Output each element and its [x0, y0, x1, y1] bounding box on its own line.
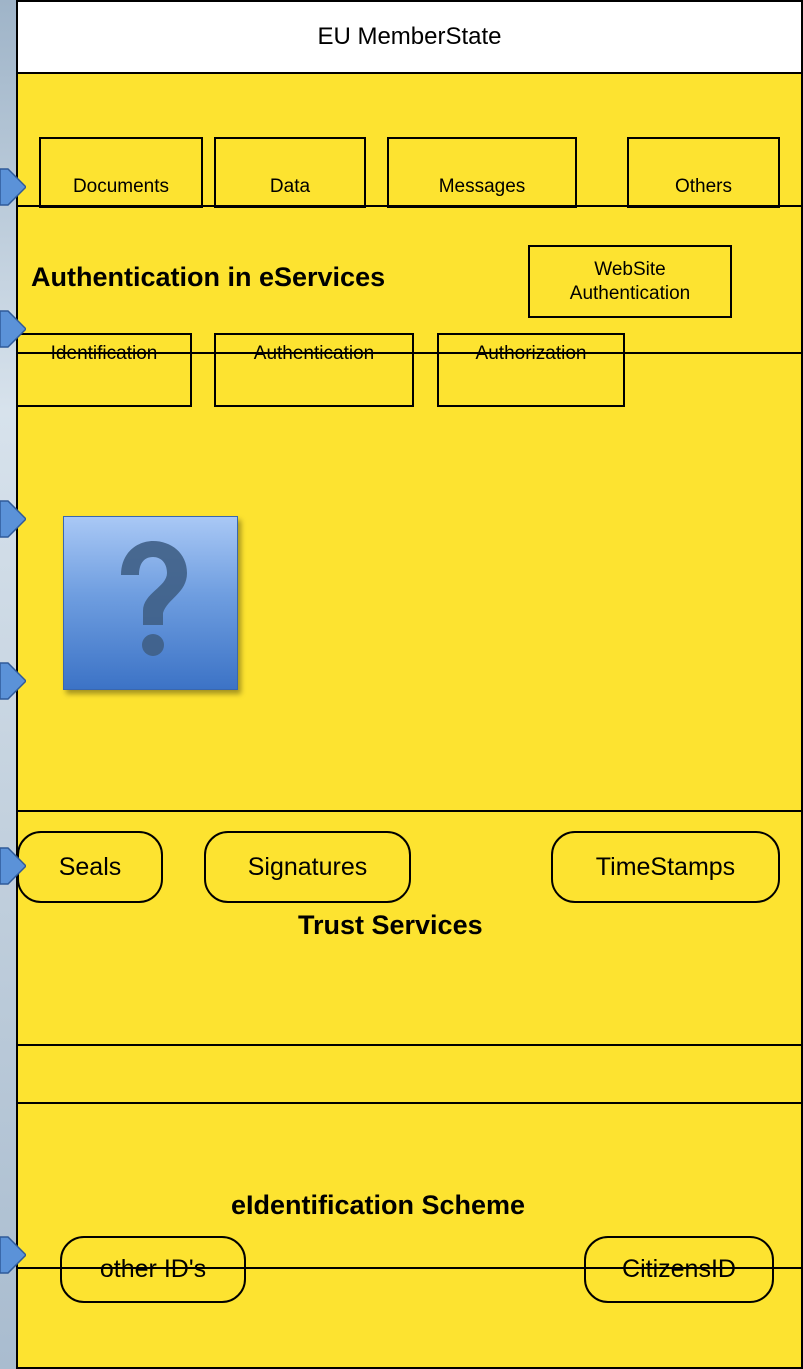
citizens-id-pill: CitizensID [584, 1236, 774, 1303]
documents-box: Documents [39, 137, 203, 208]
arrow-right-icon [0, 847, 26, 885]
others-box: Others [627, 137, 780, 208]
header-title: EU MemberState [16, 0, 803, 74]
arrow-right-icon [0, 310, 26, 348]
other-ids-pill: other ID's [60, 1236, 246, 1303]
question-mark-icon [63, 516, 238, 690]
authentication-box: Authentication [214, 333, 414, 407]
eservices-heading: Authentication in eServices [31, 262, 386, 292]
trust-services-heading: Trust Services [298, 910, 483, 940]
empty-band-panel [16, 1044, 803, 1104]
data-box: Data [214, 137, 366, 208]
timestamps-pill: TimeStamps [551, 831, 780, 903]
signatures-pill: Signatures [204, 831, 411, 903]
website-authentication-box: WebSite Authentication [528, 245, 732, 318]
question-mark-glyph [120, 541, 187, 656]
messages-box: Messages [387, 137, 577, 208]
seals-pill: Seals [17, 831, 163, 903]
arrow-right-icon [0, 1236, 26, 1274]
arrow-right-icon [0, 662, 26, 700]
eid-scheme-heading: eIdentification Scheme [231, 1190, 526, 1220]
arrow-right-icon [0, 500, 26, 538]
identification-box: Identification [16, 333, 192, 407]
arrow-right-icon [0, 168, 26, 206]
authorization-box: Authorization [437, 333, 625, 407]
